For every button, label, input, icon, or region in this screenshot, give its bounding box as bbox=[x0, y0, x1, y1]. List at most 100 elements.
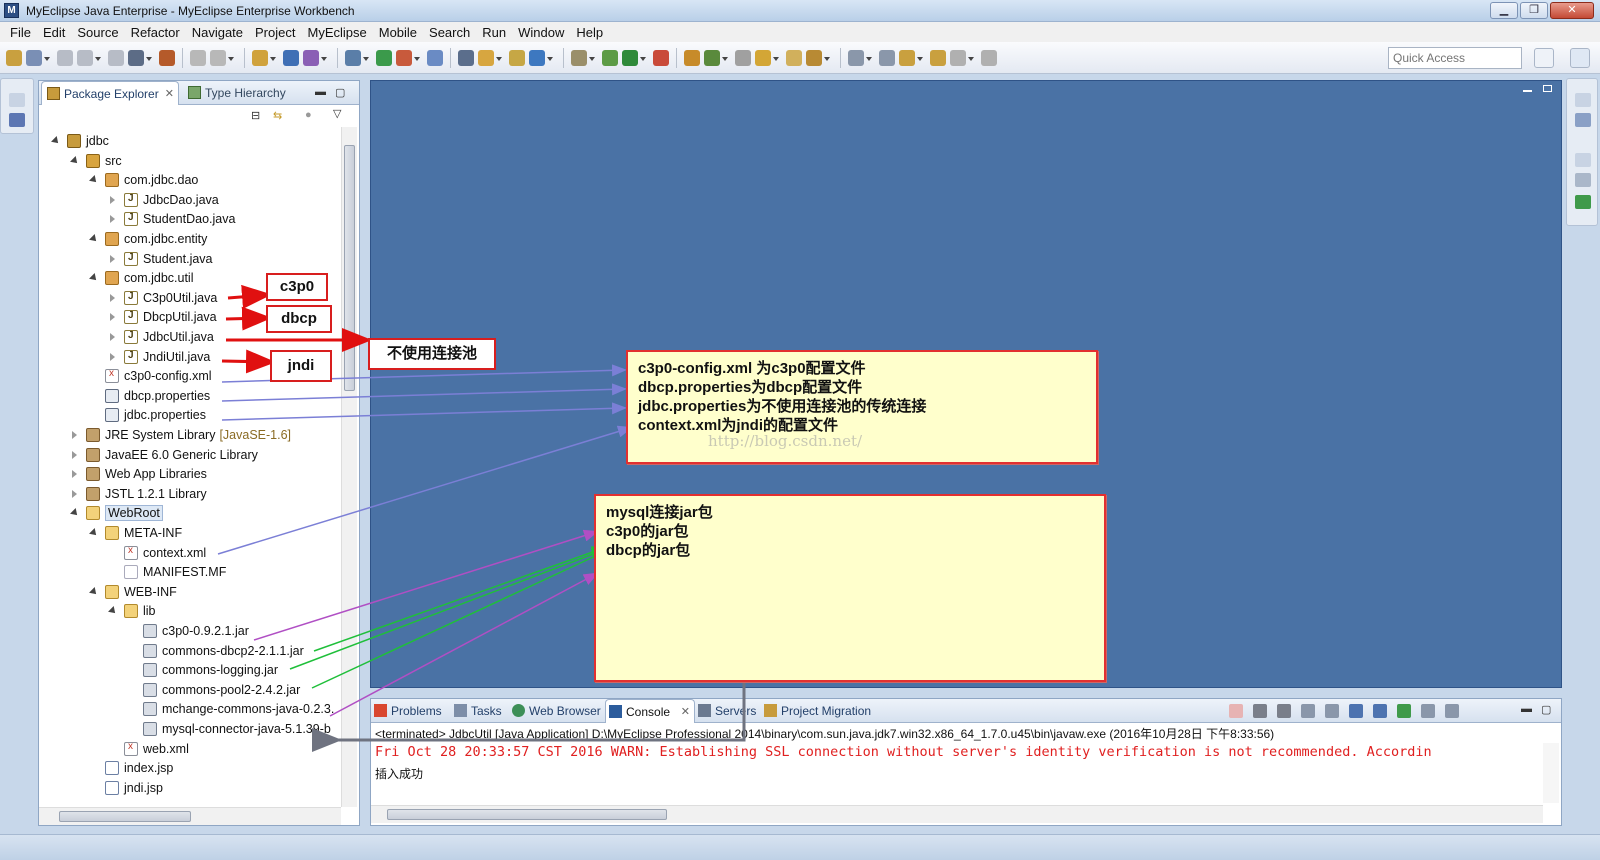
chevron-down-icon[interactable] bbox=[496, 50, 503, 66]
maximize-editor-icon[interactable] bbox=[1543, 85, 1552, 92]
tree-item[interactable]: JdbcUtil.java bbox=[108, 327, 214, 347]
toolbar-tool-icon[interactable] bbox=[879, 50, 895, 66]
expand-arrow-icon[interactable] bbox=[108, 195, 118, 205]
collapse-arrow-icon[interactable] bbox=[89, 234, 99, 244]
tree-item[interactable]: JRE System Library [JavaSE-1.6] bbox=[70, 425, 291, 445]
toolbar-tool-icon[interactable] bbox=[571, 50, 587, 66]
tree-item[interactable]: META-INF bbox=[89, 523, 182, 543]
console-horizontal-scroll-thumb[interactable] bbox=[387, 809, 667, 820]
menu-mobile[interactable]: Mobile bbox=[373, 25, 423, 40]
collapse-all-icon[interactable]: ⊟ bbox=[251, 109, 260, 122]
console-vertical-scrollbar[interactable] bbox=[1543, 743, 1559, 803]
tree-vertical-scroll-thumb[interactable] bbox=[344, 145, 355, 391]
toolbar-tool-icon[interactable] bbox=[529, 50, 545, 66]
maximize-console-icon[interactable]: ▢ bbox=[1541, 703, 1551, 716]
tree-item[interactable]: DbcpUtil.java bbox=[108, 307, 217, 327]
minimized-view-icon[interactable] bbox=[9, 113, 25, 127]
outline-icon[interactable] bbox=[1575, 113, 1591, 127]
junit-icon[interactable] bbox=[1575, 195, 1591, 209]
toolbar-tool-icon[interactable] bbox=[930, 50, 946, 66]
expand-arrow-icon[interactable] bbox=[108, 352, 118, 362]
chevron-down-icon[interactable] bbox=[824, 50, 831, 66]
close-icon[interactable]: ✕ bbox=[165, 87, 174, 100]
expand-arrow-icon[interactable] bbox=[70, 450, 80, 460]
quick-access-input[interactable] bbox=[1388, 47, 1522, 69]
console-tool-icon[interactable] bbox=[1373, 704, 1387, 718]
collapse-arrow-icon[interactable] bbox=[108, 606, 118, 616]
tree-item[interactable]: c3p0-config.xml bbox=[89, 366, 212, 386]
menu-search[interactable]: Search bbox=[423, 25, 476, 40]
expand-arrow-icon[interactable] bbox=[108, 332, 118, 342]
tree-item[interactable]: src bbox=[70, 151, 122, 171]
chevron-down-icon[interactable] bbox=[270, 50, 277, 66]
tab-console[interactable]: Console ✕ bbox=[605, 699, 695, 723]
console-tool-icon[interactable] bbox=[1277, 704, 1291, 718]
toolbar-tool-icon[interactable] bbox=[77, 50, 93, 66]
tree-item[interactable]: mysql-connector-java-5.1.39-b bbox=[127, 719, 331, 739]
minimize-editor-icon[interactable] bbox=[1523, 85, 1532, 92]
myeclipse-perspective-icon[interactable] bbox=[1570, 48, 1590, 68]
tree-horizontal-scrollbar[interactable] bbox=[39, 807, 341, 825]
expand-arrow-icon[interactable] bbox=[108, 214, 118, 224]
menu-refactor[interactable]: Refactor bbox=[125, 25, 186, 40]
open-perspective-icon[interactable] bbox=[1534, 48, 1554, 68]
expand-arrow-icon[interactable] bbox=[108, 293, 118, 303]
tree-item[interactable]: dbcp.properties bbox=[89, 386, 210, 406]
tree-item[interactable]: jndi.jsp bbox=[89, 778, 163, 798]
toolbar-tool-icon[interactable] bbox=[735, 50, 751, 66]
chevron-down-icon[interactable] bbox=[866, 50, 873, 66]
collapse-arrow-icon[interactable] bbox=[89, 528, 99, 538]
chevron-down-icon[interactable] bbox=[773, 50, 780, 66]
collapse-arrow-icon[interactable] bbox=[70, 508, 80, 518]
minimize-console-icon[interactable]: ▬ bbox=[1521, 703, 1532, 715]
toolbar-tool-icon[interactable] bbox=[159, 50, 175, 66]
link-with-editor-icon[interactable]: ⇆ bbox=[273, 109, 282, 122]
restore-view-icon-right-2[interactable] bbox=[1575, 153, 1591, 167]
menu-file[interactable]: File bbox=[4, 25, 37, 40]
tree-vertical-scrollbar[interactable] bbox=[341, 127, 357, 807]
toolbar-tool-icon[interactable] bbox=[283, 50, 299, 66]
tree-item[interactable]: Student.java bbox=[108, 249, 213, 269]
chevron-down-icon[interactable] bbox=[228, 50, 235, 66]
collapse-arrow-icon[interactable] bbox=[89, 175, 99, 185]
menu-navigate[interactable]: Navigate bbox=[186, 25, 249, 40]
toolbar-tool-icon[interactable] bbox=[396, 50, 412, 66]
collapse-arrow-icon[interactable] bbox=[70, 156, 80, 166]
tree-item[interactable]: web.xml bbox=[108, 739, 189, 759]
expand-arrow-icon[interactable] bbox=[70, 489, 80, 499]
console-tool-icon[interactable] bbox=[1349, 704, 1363, 718]
collapse-arrow-icon[interactable] bbox=[51, 136, 61, 146]
tree-item[interactable]: lib bbox=[108, 601, 156, 621]
chevron-down-icon[interactable] bbox=[414, 50, 421, 66]
chevron-down-icon[interactable] bbox=[146, 50, 153, 66]
tree-item[interactable]: commons-pool2-2.4.2.jar bbox=[127, 680, 300, 700]
toolbar-tool-icon[interactable] bbox=[848, 50, 864, 66]
toolbar-tool-icon[interactable] bbox=[653, 50, 669, 66]
minimize-button[interactable]: ▁ bbox=[1490, 2, 1518, 19]
menu-myeclipse[interactable]: MyEclipse bbox=[301, 25, 372, 40]
tree-item[interactable]: c3p0-0.9.2.1.jar bbox=[127, 621, 249, 641]
toolbar-tool-icon[interactable] bbox=[427, 50, 443, 66]
chevron-down-icon[interactable] bbox=[321, 50, 328, 66]
console-tool-icon[interactable] bbox=[1301, 704, 1315, 718]
tree-item[interactable]: jdbc.properties bbox=[89, 405, 206, 425]
tree-item[interactable]: com.jdbc.util bbox=[89, 268, 193, 288]
toolbar-tool-icon[interactable] bbox=[190, 50, 206, 66]
tree-item[interactable]: MANIFEST.MF bbox=[108, 562, 226, 582]
console-tool-icon[interactable] bbox=[1325, 704, 1339, 718]
tree-item[interactable]: com.jdbc.dao bbox=[89, 170, 198, 190]
minimize-view-icon[interactable]: ▬ bbox=[315, 86, 326, 98]
tree-item[interactable]: com.jdbc.entity bbox=[89, 229, 207, 249]
menu-window[interactable]: Window bbox=[512, 25, 570, 40]
console-horizontal-scrollbar[interactable] bbox=[371, 805, 1543, 823]
chevron-down-icon[interactable] bbox=[95, 50, 102, 66]
console-tool-icon[interactable] bbox=[1421, 704, 1435, 718]
collapse-arrow-icon[interactable] bbox=[89, 587, 99, 597]
toolbar-tool-icon[interactable] bbox=[704, 50, 720, 66]
menu-help[interactable]: Help bbox=[570, 25, 609, 40]
tree-horizontal-scroll-thumb[interactable] bbox=[59, 811, 191, 822]
restore-button[interactable]: ❐ bbox=[1520, 2, 1548, 19]
chevron-down-icon[interactable] bbox=[917, 50, 924, 66]
menu-edit[interactable]: Edit bbox=[37, 25, 71, 40]
toolbar-tool-icon[interactable] bbox=[950, 50, 966, 66]
